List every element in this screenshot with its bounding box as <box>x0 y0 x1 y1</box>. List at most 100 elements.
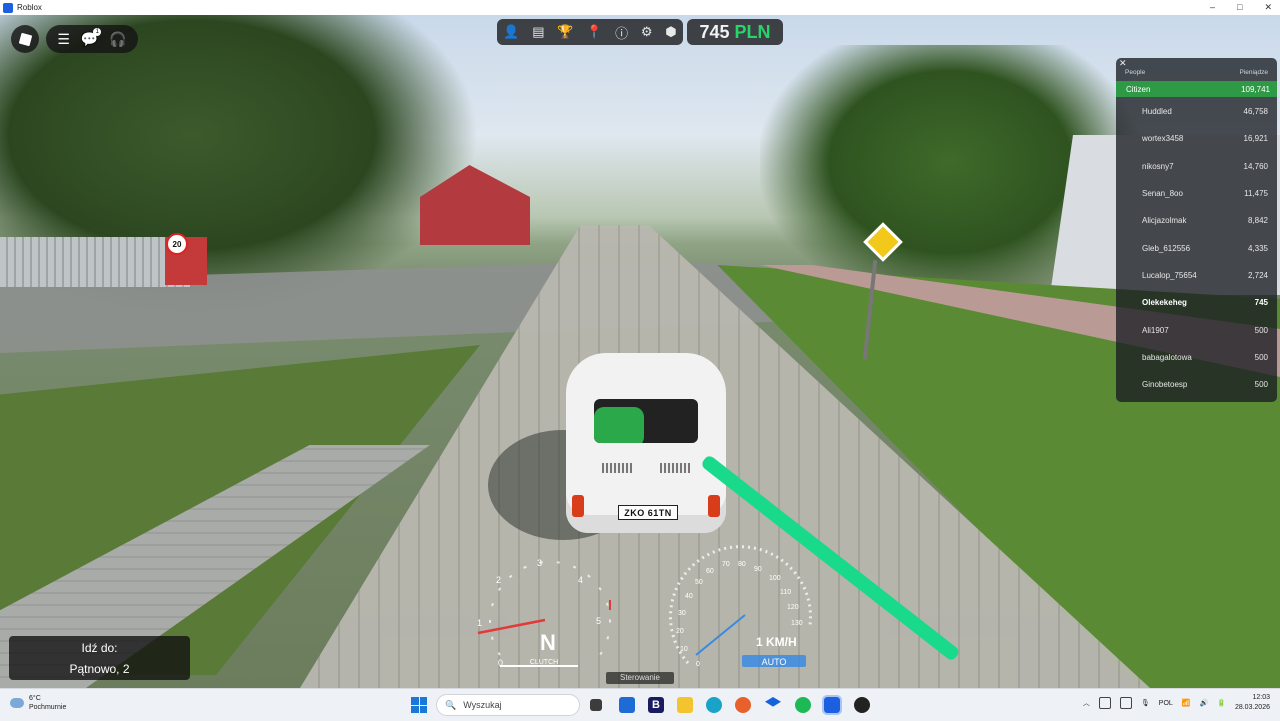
roblox-icon[interactable] <box>822 695 842 715</box>
window-titlebar: Roblox – □ ✕ <box>0 0 1280 15</box>
leaderboard-team-row[interactable]: Citizen 109,741 <box>1116 81 1277 97</box>
player-value: 11,475 <box>1244 189 1268 199</box>
engine-grille-right <box>660 463 690 473</box>
speed-readout: 1 KM/H <box>756 635 797 649</box>
language-indicator[interactable]: POL <box>1159 700 1173 707</box>
weather-desc: Pochmurnie <box>29 704 67 711</box>
close-button[interactable]: ✕ <box>1264 0 1272 15</box>
engine-grille-left <box>602 463 632 473</box>
player-value: 16,921 <box>1243 134 1268 144</box>
tail-light-right <box>708 495 720 517</box>
cloud-icon <box>10 698 24 708</box>
person-icon[interactable]: 👤 <box>503 24 519 40</box>
wifi-icon[interactable]: 📶 <box>1182 699 1191 707</box>
clock[interactable]: 12:03 28.03.2026 <box>1235 693 1270 713</box>
speed-tick: 40 <box>685 593 693 600</box>
player-value: 500 <box>1254 352 1268 362</box>
rpm-tick: 1 <box>477 618 482 628</box>
dropbox-icon[interactable] <box>765 697 781 707</box>
edge-icon[interactable] <box>706 697 722 713</box>
chevron-up-icon[interactable]: ︿ <box>1083 698 1090 708</box>
rpm-tick: 3 <box>537 558 542 568</box>
leaderboard-row[interactable]: nikosny7 14,760 <box>1116 153 1277 180</box>
menu-icon[interactable]: ☰ <box>57 31 70 48</box>
taskbar-search[interactable]: 🔍 Wyszukaj <box>436 694 580 716</box>
drive-mode: AUTO <box>762 657 787 667</box>
roblox-studio-icon[interactable] <box>854 697 870 713</box>
rpm-needle <box>477 618 546 635</box>
start-button[interactable] <box>411 697 427 713</box>
destination-address: Pątnowo, 2 <box>69 662 130 676</box>
shield-icon[interactable]: ⬢ <box>665 24 676 40</box>
location-pin-icon[interactable]: 📍 <box>586 24 602 40</box>
destination-panel: Idź do: Pątnowo, 2 <box>9 636 190 680</box>
speed-tick: 50 <box>695 579 703 586</box>
roblox-logo-icon <box>18 32 32 46</box>
task-view-icon[interactable] <box>590 699 602 711</box>
leaderboard-row[interactable]: Alicjazolmak 8,842 <box>1116 207 1277 234</box>
minimize-button[interactable]: – <box>1210 0 1215 15</box>
player-name: Huddled <box>1142 107 1172 117</box>
leaderboard-row[interactable]: Gleb_612556 4,335 <box>1116 234 1277 261</box>
sync-icon[interactable] <box>1098 697 1111 709</box>
maximize-button[interactable]: □ <box>1237 0 1242 15</box>
player-value: 14,760 <box>1243 161 1268 171</box>
speed-tick: 80 <box>738 561 746 568</box>
volume-icon[interactable]: 🔊 <box>1200 699 1209 707</box>
steering-label[interactable]: Sterowanie <box>606 672 674 684</box>
file-explorer-icon[interactable] <box>677 697 693 713</box>
player-name: Senan_8oo <box>1142 189 1183 199</box>
speed-tick: 100 <box>769 575 781 582</box>
speed-tick: 110 <box>780 589 791 596</box>
taskbar: 6°C Pochmurnie 🔍 Wyszukaj B ︿ 🎙 POL 📶 🔊 … <box>0 688 1280 721</box>
leaderboard-row[interactable]: Huddled 46,758 <box>1116 98 1277 125</box>
clutch-label: CLUTCH <box>530 659 558 666</box>
leaderboard-row[interactable]: Ginobetoesp 500 <box>1116 371 1277 398</box>
info-icon[interactable]: ⓘ <box>615 23 628 42</box>
player-car: ZKO 61TN <box>566 353 726 533</box>
leaderboard-row[interactable]: babagalotowa 500 <box>1116 344 1277 371</box>
leaderboard-close-icon[interactable]: ✕ <box>1119 58 1127 69</box>
rpm-tick: 2 <box>496 575 501 585</box>
player-name: Olekekeheg <box>1142 298 1187 308</box>
clock-time: 12:03 <box>1252 694 1270 701</box>
money-amount: 745 <box>699 21 730 42</box>
spotify-icon[interactable] <box>795 697 811 713</box>
chat-badge: 1 <box>93 27 102 36</box>
leaderboard-row[interactable]: Lucalop_75654 2,724 <box>1116 262 1277 289</box>
team-name: Citizen <box>1126 84 1151 94</box>
gear-icon[interactable]: ⚙ <box>641 24 653 40</box>
leaderboard-row[interactable]: Ali1907 500 <box>1116 316 1277 343</box>
network-off-icon[interactable] <box>1119 697 1132 709</box>
window-controls: – □ ✕ <box>1210 0 1272 15</box>
headset-icon[interactable]: 🎧 <box>109 31 126 48</box>
player-name: Gleb_612556 <box>1142 243 1191 253</box>
chat-icon[interactable]: 💬 1 <box>81 27 102 48</box>
player-value: 46,758 <box>1243 107 1268 117</box>
roblox-menu-button[interactable] <box>11 25 39 53</box>
rpm-tick: 5 <box>596 616 601 626</box>
roblox-topbar: ☰ 💬 1 🎧 <box>46 25 138 53</box>
gear-indicator: N <box>540 630 556 655</box>
tail-light-left <box>572 495 584 517</box>
battery-icon[interactable]: 🔋 <box>1217 699 1226 707</box>
cards-icon[interactable]: ▤ <box>532 24 544 40</box>
speed-tick: 70 <box>722 561 730 568</box>
team-value: 109,741 <box>1241 84 1270 94</box>
player-name: Ginobetoesp <box>1142 380 1188 390</box>
speed-tick: 90 <box>754 566 762 573</box>
speed-tick: 120 <box>787 604 799 611</box>
firefox-icon[interactable] <box>735 697 751 713</box>
trophy-icon[interactable]: 🏆 <box>557 24 573 40</box>
leaderboard: ✕ People Pieniądze Citizen 109,741 Huddl… <box>1116 58 1277 402</box>
microphone-icon[interactable]: 🎙 <box>1141 699 1150 707</box>
leaderboard-row[interactable]: wortex3458 16,921 <box>1116 125 1277 152</box>
leaderboard-row-self[interactable]: Olekekeheg 745 <box>1116 289 1277 316</box>
store-icon[interactable] <box>619 697 635 713</box>
money-currency: PLN <box>734 21 771 42</box>
bitdefender-icon[interactable]: B <box>648 697 664 713</box>
leaderboard-row[interactable]: Senan_8oo 11,475 <box>1116 180 1277 207</box>
leaderboard-col-money: Pieniądze <box>1239 69 1268 76</box>
weather-widget[interactable]: 6°C Pochmurnie <box>10 694 66 712</box>
player-value: 4,335 <box>1247 243 1268 253</box>
